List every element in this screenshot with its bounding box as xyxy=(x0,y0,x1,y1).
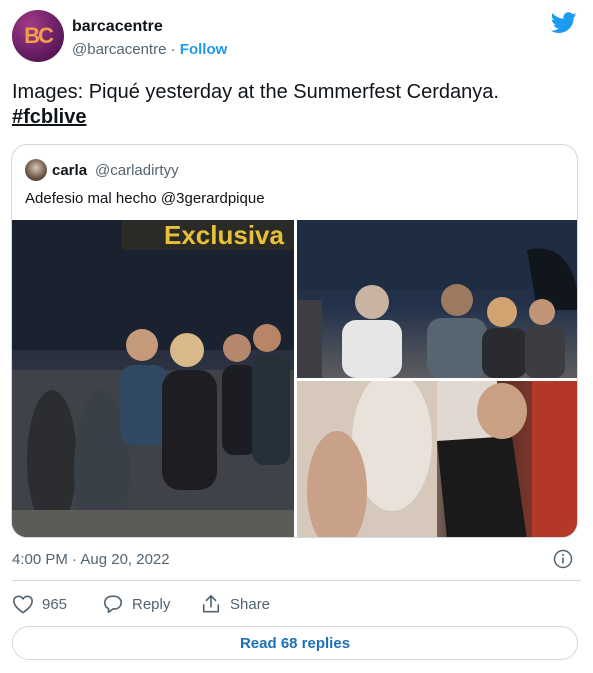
twitter-bird-icon[interactable] xyxy=(551,12,577,34)
author-handle[interactable]: @barcacentre xyxy=(72,41,166,58)
heart-icon xyxy=(13,595,33,614)
share-label: Share xyxy=(230,595,271,613)
quoted-tweet[interactable]: carla @carladirtyy Adefesio mal hecho @3… xyxy=(11,144,578,538)
author-avatar[interactable]: BC xyxy=(12,10,64,62)
quote-text: Adefesio mal hecho @3gerardpique xyxy=(25,190,265,207)
author-name[interactable]: barcacentre xyxy=(72,18,163,36)
quote-media-grid: Exclusiva xyxy=(12,220,577,537)
reply-button[interactable]: Reply xyxy=(102,594,170,614)
tweet-text: Images: Piqué yesterday at the Summerfes… xyxy=(12,80,582,130)
handle-separator: · xyxy=(166,41,180,58)
author-handle-line: @barcacentre · Follow xyxy=(72,41,227,58)
media-image-top-right[interactable] xyxy=(297,220,577,378)
hashtag-link[interactable]: #fcblive xyxy=(12,106,86,128)
divider xyxy=(12,580,581,581)
share-icon xyxy=(202,595,220,613)
read-replies-button[interactable]: Read 68 replies xyxy=(12,626,578,660)
media-image-left[interactable]: Exclusiva xyxy=(12,220,294,537)
image-overlay-text: Exclusiva xyxy=(164,220,285,250)
quote-author-handle[interactable]: @carladirtyy xyxy=(95,162,179,179)
like-button[interactable]: 965 xyxy=(12,594,67,614)
reply-icon xyxy=(104,595,122,613)
media-image-bottom-right[interactable] xyxy=(297,381,577,537)
concert-photo-left: Exclusiva xyxy=(12,220,294,537)
tweet-timestamp[interactable]: 4:00 PM · Aug 20, 2022 xyxy=(12,551,170,568)
concert-photo-bottom-right xyxy=(297,381,577,537)
reply-label: Reply xyxy=(132,595,171,613)
concert-photo-top-right xyxy=(297,220,577,378)
like-count: 965 xyxy=(42,595,68,613)
tweet-body: Images: Piqué yesterday at the Summerfes… xyxy=(12,81,499,103)
quote-author-name[interactable]: carla xyxy=(52,162,87,179)
quote-avatar[interactable] xyxy=(25,159,47,181)
share-button[interactable]: Share xyxy=(200,594,270,614)
info-icon[interactable] xyxy=(553,549,573,569)
follow-button[interactable]: Follow xyxy=(180,41,228,58)
